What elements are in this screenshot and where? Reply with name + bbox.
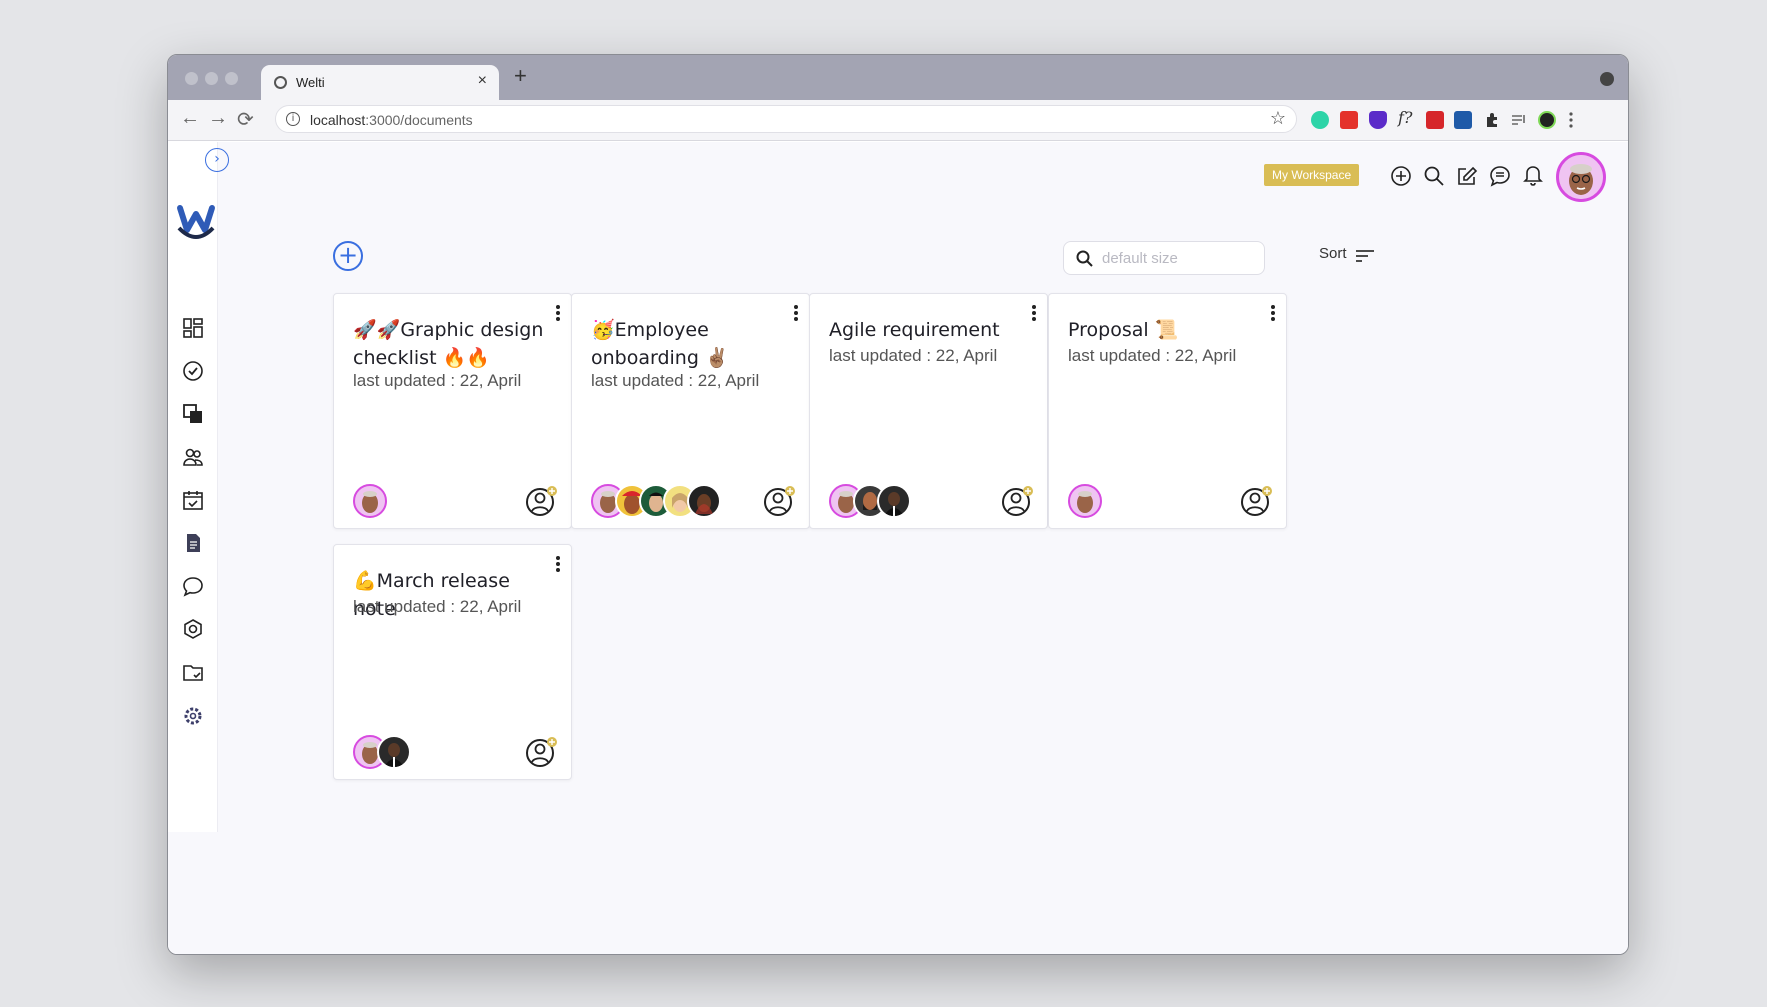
document-card[interactable]: 💪March release note last updated : 22, A…: [333, 544, 572, 780]
member-avatar[interactable]: [377, 735, 411, 769]
expand-sidebar-icon[interactable]: ›: [205, 148, 229, 172]
window-zoom-dot[interactable]: [225, 72, 238, 85]
document-icon[interactable]: [182, 532, 204, 554]
calendar-icon[interactable]: [182, 489, 204, 511]
check-circle-icon[interactable]: [182, 360, 204, 382]
new-tab-icon[interactable]: +: [514, 63, 527, 89]
welti-logo: [177, 205, 215, 239]
window-close-dot[interactable]: [185, 72, 198, 85]
forward-icon[interactable]: →: [208, 107, 228, 130]
team-icon[interactable]: [182, 446, 204, 468]
kebab-menu-icon[interactable]: [555, 555, 561, 573]
back-icon[interactable]: ←: [180, 107, 200, 130]
bookmark-star-icon[interactable]: ☆: [1270, 108, 1286, 129]
document-card[interactable]: 🚀🚀Graphic design checklist 🔥🔥 last updat…: [333, 293, 572, 529]
member-avatar[interactable]: [687, 484, 721, 518]
address-bar[interactable]: i localhost:3000/documents ☆: [275, 105, 1297, 133]
bell-icon[interactable]: [1522, 165, 1544, 187]
reading-list-icon[interactable]: [1510, 111, 1528, 129]
member-avatar[interactable]: [353, 484, 387, 518]
kebab-menu-icon[interactable]: [1270, 304, 1276, 322]
folder-check-icon[interactable]: [182, 661, 204, 683]
sort-label[interactable]: Sort: [1319, 245, 1347, 262]
tab-search-icon[interactable]: [1600, 72, 1614, 86]
message-icon[interactable]: [1489, 165, 1511, 187]
search-icon[interactable]: [1423, 165, 1445, 187]
user-avatar[interactable]: [1556, 152, 1606, 202]
image-extension-icon[interactable]: [1426, 111, 1444, 129]
search-input[interactable]: [1102, 248, 1252, 268]
browser-toolbar: ← → ⟳ i localhost:3000/documents ☆ f?: [168, 100, 1628, 141]
sort-icon[interactable]: [1354, 247, 1376, 265]
edit-icon[interactable]: [1456, 165, 1478, 187]
app-content: › My Workspace + default size Sort 🚀🚀Gra…: [168, 142, 1628, 954]
tab-close-icon[interactable]: ×: [478, 72, 487, 90]
document-updated: last updated : 22, April: [1068, 346, 1237, 365]
add-member-icon[interactable]: [1001, 484, 1035, 518]
pdf-extension-icon[interactable]: [1340, 111, 1358, 129]
add-member-icon[interactable]: [525, 484, 559, 518]
search-box[interactable]: [1063, 241, 1265, 275]
add-member-icon[interactable]: [525, 735, 559, 769]
document-updated: last updated : 22, April: [591, 371, 760, 390]
graduation-extension-icon[interactable]: [1369, 111, 1387, 129]
tab-strip: Welti × +: [168, 55, 1628, 100]
chat-icon[interactable]: [182, 575, 204, 597]
document-title[interactable]: 🚀🚀Graphic design checklist 🔥🔥: [353, 316, 553, 372]
document-card[interactable]: 🥳Employee onboarding ✌🏽 last updated : 2…: [571, 293, 810, 529]
url-text: localhost:3000/documents: [310, 112, 473, 128]
globe-icon: [274, 76, 287, 89]
document-card[interactable]: Agile requirement last updated : 22, Apr…: [809, 293, 1048, 529]
add-document-button[interactable]: +: [333, 241, 363, 271]
kebab-menu-icon[interactable]: [555, 304, 561, 322]
gear-icon[interactable]: [182, 705, 204, 727]
add-member-icon[interactable]: [1240, 484, 1274, 518]
sidebar: ›: [168, 142, 229, 832]
member-avatar[interactable]: [1068, 484, 1102, 518]
reload-icon[interactable]: ⟳: [237, 107, 254, 132]
puzzle-extensions-icon[interactable]: [1483, 111, 1501, 129]
bracket-extension-icon[interactable]: [1454, 111, 1472, 129]
add-circle-icon[interactable]: [1390, 165, 1412, 187]
tab-title: Welti: [296, 75, 325, 90]
browser-tab[interactable]: Welti ×: [261, 65, 499, 100]
browser-window: Welti × + ← → ⟳ i localhost:3000/documen…: [167, 54, 1629, 955]
copy-icon[interactable]: [182, 403, 204, 425]
member-avatar[interactable]: [877, 484, 911, 518]
workspace-badge[interactable]: My Workspace: [1264, 164, 1360, 186]
window-minimize-dot[interactable]: [205, 72, 218, 85]
kebab-menu-icon[interactable]: [1031, 304, 1037, 322]
document-updated: last updated : 22, April: [353, 597, 522, 616]
function-extension-icon[interactable]: f?: [1398, 108, 1413, 127]
site-info-icon[interactable]: i: [286, 112, 300, 126]
document-updated: last updated : 22, April: [353, 371, 522, 390]
add-member-icon[interactable]: [763, 484, 797, 518]
document-updated: last updated : 22, April: [829, 346, 998, 365]
document-title[interactable]: Agile requirement: [829, 316, 1029, 344]
search-icon: [1076, 250, 1093, 267]
document-card[interactable]: Proposal 📜 last updated : 22, April: [1048, 293, 1287, 529]
document-title[interactable]: 🥳Employee onboarding ✌🏽: [591, 316, 791, 372]
profile-avatar-icon[interactable]: [1538, 111, 1556, 129]
browser-menu-icon[interactable]: [1568, 111, 1574, 129]
dashboard-icon[interactable]: [182, 317, 204, 339]
document-title[interactable]: Proposal 📜: [1068, 316, 1268, 344]
kebab-menu-icon[interactable]: [793, 304, 799, 322]
lifebuoy-icon[interactable]: [182, 618, 204, 640]
grammarly-extension-icon[interactable]: [1311, 111, 1329, 129]
